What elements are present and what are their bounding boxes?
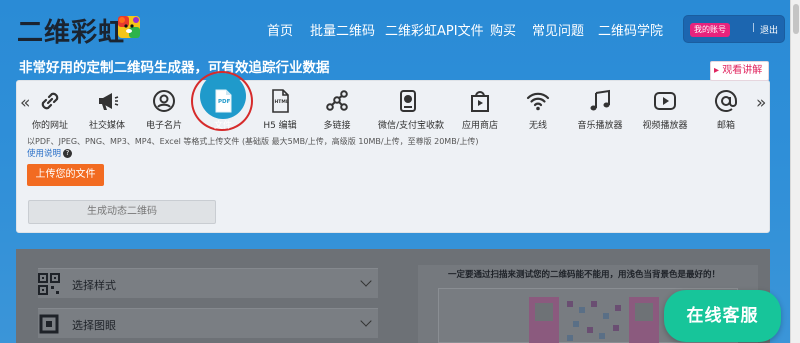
help-question-icon[interactable]: ? xyxy=(63,149,73,158)
wifi-icon xyxy=(526,92,550,111)
upload-formats-info: 以PDF、JPEG、PNG、MP3、MP4、Excel 等格式上传文件 (基础版… xyxy=(27,137,479,146)
option-select-style-label: 选择样式 xyxy=(72,279,116,292)
play-icon: ▸ xyxy=(714,65,720,76)
wechat-pay-icon xyxy=(400,90,416,112)
account-box: 我的账号 | 退出 xyxy=(683,15,785,43)
logout-link[interactable]: 退出 xyxy=(760,23,778,36)
qr-style-icon xyxy=(38,273,60,295)
option-select-eye-label: 选择图眼 xyxy=(72,319,116,332)
scroll-right-arrow-icon[interactable]: » xyxy=(756,93,766,113)
type-music-label: 音乐播放器 xyxy=(577,121,623,131)
nav-buy[interactable]: 购买 xyxy=(490,20,516,39)
scrollbar-thumb[interactable] xyxy=(793,4,799,34)
nav-academy[interactable]: 二维码学院 xyxy=(598,20,663,39)
user-circle-icon xyxy=(153,90,175,112)
type-url[interactable]: 你的网址 xyxy=(20,88,80,131)
generate-dynamic-qr-button[interactable]: 生成动态二维码 xyxy=(28,200,216,224)
megaphone-icon xyxy=(99,93,119,110)
chevron-down-icon xyxy=(360,315,372,327)
my-account-button[interactable]: 我的账号 xyxy=(690,23,730,37)
type-email-label: 邮箱 xyxy=(716,121,735,131)
howto-row: 使用说明? xyxy=(27,147,73,159)
type-video[interactable]: 视频播放器 xyxy=(635,88,695,131)
rainbow-bear-logo-icon xyxy=(118,16,140,38)
type-h5-label: H5 编辑 xyxy=(263,121,297,131)
type-url-label: 你的网址 xyxy=(31,121,68,131)
svg-text:PDF: PDF xyxy=(218,99,231,105)
watch-tutorial-label: 观看讲解 xyxy=(722,65,763,76)
svg-text:HTML: HTML xyxy=(275,99,289,105)
pdf-file-icon: PDF xyxy=(215,89,232,113)
type-file[interactable]: PDF 文件 xyxy=(193,88,253,131)
type-wifi[interactable]: 无线 xyxy=(508,88,568,131)
nav-faq[interactable]: 常见问题 xyxy=(532,20,584,39)
type-appstore[interactable]: 应用商店 xyxy=(450,88,510,131)
at-icon xyxy=(715,90,737,112)
video-play-icon xyxy=(654,92,676,110)
type-social[interactable]: 社交媒体 xyxy=(77,88,137,131)
nav-home[interactable]: 首页 xyxy=(267,20,293,39)
qr-code-preview xyxy=(529,297,659,343)
watch-tutorial-button[interactable]: ▸ 观看讲解 xyxy=(710,61,769,81)
type-video-label: 视频播放器 xyxy=(642,121,688,131)
scan-test-warning: 一定要通过扫描来测试您的二维码能不能用，用浅色当背景色是最好的！ xyxy=(448,270,721,280)
account-separator: | xyxy=(752,23,756,33)
site-logo[interactable]: 二维彩虹 xyxy=(17,12,125,49)
music-icon xyxy=(590,89,610,111)
online-support-button[interactable]: 在线客服 xyxy=(664,290,781,342)
share-nodes-icon xyxy=(326,90,348,111)
type-music[interactable]: 音乐播放器 xyxy=(570,88,630,131)
type-file-label: 文件 xyxy=(213,121,232,131)
type-h5[interactable]: HTML H5 编辑 xyxy=(250,88,310,131)
upload-file-button[interactable]: 上传您的文件 xyxy=(27,164,104,186)
type-vcard[interactable]: 电子名片 xyxy=(134,88,194,131)
type-payment[interactable]: 微信/支付宝收款 xyxy=(378,88,445,131)
type-vcard-label: 电子名片 xyxy=(145,121,182,131)
option-select-style[interactable]: 选择样式 xyxy=(38,268,378,298)
customize-section: 选择样式 选择图眼 一定要通过扫描来测试您的二维码能不能用，用浅色当背景色是最好… xyxy=(16,249,770,343)
qr-eye-icon xyxy=(39,314,59,334)
style-options: 选择样式 选择图眼 xyxy=(38,268,378,343)
page-tagline: 非常好用的定制二维码生成器，可有效追踪行业数据 xyxy=(19,60,330,76)
type-multilink-label: 多链接 xyxy=(323,121,351,131)
type-social-label: 社交媒体 xyxy=(88,121,125,131)
type-wifi-label: 无线 xyxy=(528,121,547,131)
html-file-icon: HTML xyxy=(272,89,289,113)
type-email[interactable]: 邮箱 xyxy=(696,88,756,131)
option-select-eye[interactable]: 选择图眼 xyxy=(38,308,378,338)
type-payment-label: 微信/支付宝收款 xyxy=(378,121,445,131)
nav-batch-qr[interactable]: 批量二维码 xyxy=(310,20,375,39)
chevron-down-icon xyxy=(360,275,372,287)
app-store-icon xyxy=(471,91,489,112)
type-appstore-label: 应用商店 xyxy=(461,121,498,131)
nav-api-docs[interactable]: 二维彩虹API文件 xyxy=(385,20,484,39)
page-scrollbar[interactable] xyxy=(790,0,800,343)
link-icon xyxy=(41,92,59,110)
howto-link[interactable]: 使用说明 xyxy=(27,149,61,159)
type-multilink[interactable]: 多链接 xyxy=(307,88,367,131)
